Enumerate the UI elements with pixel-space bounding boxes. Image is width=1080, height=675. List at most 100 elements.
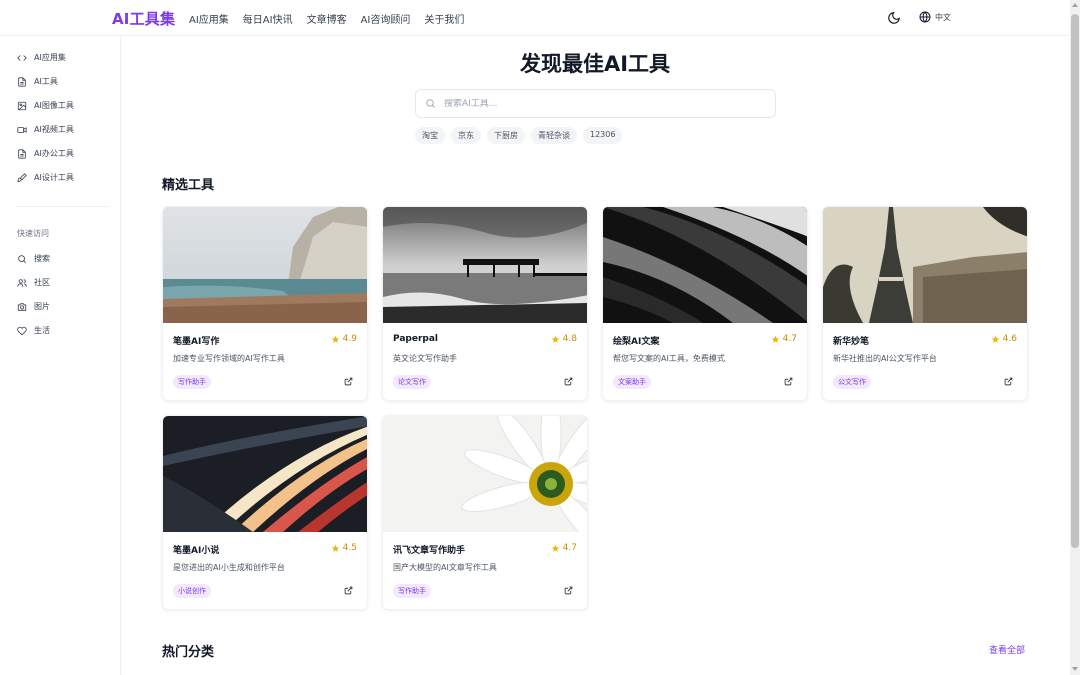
quick-tag[interactable]: 淘宝 bbox=[415, 127, 445, 144]
card-description: 英文论文写作助手 bbox=[393, 354, 457, 363]
sidebar-item-label: AI设计工具 bbox=[34, 173, 74, 182]
sidebar-item-office-tools[interactable]: AI办公工具 bbox=[17, 148, 74, 159]
sidebar-item-life[interactable]: 生活 bbox=[17, 325, 50, 336]
sidebar-item-ai-tools[interactable]: AI工具 bbox=[17, 76, 58, 87]
sidebar-item-label: 搜索 bbox=[34, 254, 50, 263]
code-icon bbox=[17, 54, 27, 61]
external-link-icon[interactable] bbox=[344, 377, 353, 386]
tool-card[interactable]: 绘梨AI文案 4.7 帮您写文案的AI工具，免费模式 文案助手 bbox=[602, 206, 808, 401]
sidebar-item-label: 社区 bbox=[34, 278, 50, 287]
card-tag[interactable]: 写作助手 bbox=[393, 584, 431, 598]
quick-tag[interactable]: 12306 bbox=[583, 127, 623, 144]
tool-card[interactable]: 新华妙笔 4.6 新华社推出的AI公文写作平台 公文写作 bbox=[822, 206, 1028, 401]
document-icon bbox=[18, 76, 26, 87]
image-icon bbox=[17, 101, 27, 110]
card-title: Paperpal bbox=[393, 334, 439, 344]
nav-daily-news[interactable]: 每日AI快讯 bbox=[243, 11, 293, 26]
language-switch[interactable]: 中文 bbox=[919, 11, 951, 23]
card-title: 讯飞文章写作助手 bbox=[393, 546, 466, 556]
card-image-light-trails bbox=[163, 416, 367, 532]
document-icon bbox=[18, 148, 26, 159]
sidebar-item-label: AI视频工具 bbox=[34, 125, 74, 134]
card-image-eiffel-tower bbox=[823, 207, 1027, 323]
users-icon bbox=[17, 278, 27, 287]
card-tag[interactable]: 小说创作 bbox=[173, 584, 211, 598]
language-label: 中文 bbox=[935, 12, 951, 22]
star-icon bbox=[331, 335, 339, 343]
card-description: 新华社推出的AI公文写作平台 bbox=[833, 354, 937, 363]
card-image-pier-bw bbox=[383, 207, 587, 323]
brush-icon bbox=[17, 172, 27, 182]
tool-card[interactable]: 讯飞文章写作助手 4.7 国产大模型的AI文章写作工具 写作助手 bbox=[382, 415, 588, 610]
sidebar-item-video-tools[interactable]: AI视频工具 bbox=[17, 124, 74, 135]
nav-ai-apps[interactable]: AI应用集 bbox=[189, 11, 229, 26]
card-rating: 4.7 bbox=[771, 334, 797, 344]
star-icon bbox=[331, 544, 339, 552]
tool-card[interactable]: Paperpal 4.8 英文论文写作助手 论文写作 bbox=[382, 206, 588, 401]
camera-icon bbox=[17, 302, 27, 311]
sidebar-item-label: AI办公工具 bbox=[34, 149, 74, 158]
sidebar-item-label: AI图像工具 bbox=[34, 101, 74, 110]
card-rating: 4.8 bbox=[551, 334, 577, 344]
card-description: 是您进出的AI小生成和创作平台 bbox=[173, 563, 285, 572]
sidebar-item-design-tools[interactable]: AI设计工具 bbox=[17, 172, 74, 183]
card-tag[interactable]: 论文写作 bbox=[393, 375, 431, 389]
external-link-icon[interactable] bbox=[564, 377, 573, 386]
card-tag[interactable]: 文案助手 bbox=[613, 375, 651, 389]
scroll-down-arrow-icon[interactable] bbox=[1072, 667, 1078, 671]
sidebar-item-ai-apps[interactable]: AI应用集 bbox=[17, 52, 66, 63]
nav-about[interactable]: 关于我们 bbox=[424, 11, 464, 26]
card-rating: 4.6 bbox=[991, 334, 1017, 344]
sidebar-item-photos[interactable]: 图片 bbox=[17, 301, 50, 312]
quick-tag[interactable]: 京东 bbox=[451, 127, 481, 144]
nav-blog[interactable]: 文章博客 bbox=[307, 11, 347, 26]
hot-categories-title: 热门分类 bbox=[162, 645, 215, 660]
quick-tag[interactable]: 下厨房 bbox=[487, 127, 525, 144]
card-description: 国产大模型的AI文章写作工具 bbox=[393, 563, 497, 572]
featured-title: 精选工具 bbox=[162, 178, 215, 193]
view-all-link[interactable]: 查看全部 bbox=[989, 643, 1025, 656]
card-rating: 4.7 bbox=[551, 543, 577, 553]
search-input[interactable] bbox=[444, 98, 744, 109]
quick-access-title: 快速访问 bbox=[17, 229, 49, 238]
quick-tags: 淘宝 京东 下厨房 青轻杂谈 12306 bbox=[415, 127, 623, 144]
top-navbar: AI工具集 AI应用集 每日AI快讯 文章博客 AI咨询顾问 关于我们 中文 bbox=[0, 0, 1070, 36]
sidebar-item-label: AI工具 bbox=[34, 77, 58, 86]
brand-logo[interactable]: AI工具集 bbox=[112, 8, 175, 29]
tool-card[interactable]: 笔墨AI小说 4.5 是您进出的AI小生成和创作平台 小说创作 bbox=[162, 415, 368, 610]
sidebar-divider bbox=[16, 206, 109, 207]
page-title: 发现最佳AI工具 bbox=[519, 52, 671, 76]
external-link-icon[interactable] bbox=[1004, 377, 1013, 386]
card-tag[interactable]: 写作助手 bbox=[173, 375, 211, 389]
card-image-coastal-cliffs bbox=[163, 207, 367, 323]
card-tag[interactable]: 公文写作 bbox=[833, 375, 871, 389]
card-description: 加速专业写作领域的AI写作工具 bbox=[173, 354, 285, 363]
external-link-icon[interactable] bbox=[564, 586, 573, 595]
sidebar-item-image-tools[interactable]: AI图像工具 bbox=[17, 100, 74, 111]
search-icon bbox=[18, 254, 27, 263]
search-box[interactable] bbox=[415, 89, 776, 118]
sidebar-item-community[interactable]: 社区 bbox=[17, 277, 50, 288]
star-icon bbox=[991, 335, 999, 343]
nav-consulting[interactable]: AI咨询顾问 bbox=[361, 11, 411, 26]
globe-icon bbox=[919, 11, 931, 23]
sidebar-item-label: 图片 bbox=[34, 302, 50, 311]
scrollbar-thumb[interactable] bbox=[1071, 14, 1079, 548]
moon-icon[interactable] bbox=[887, 11, 901, 25]
external-link-icon[interactable] bbox=[784, 377, 793, 386]
card-title: 笔墨AI写作 bbox=[173, 337, 220, 347]
card-rating: 4.9 bbox=[331, 334, 357, 344]
scroll-up-arrow-icon[interactable] bbox=[1072, 3, 1078, 7]
star-icon bbox=[551, 544, 559, 552]
external-link-icon[interactable] bbox=[344, 586, 353, 595]
card-rating: 4.5 bbox=[331, 543, 357, 553]
sidebar-item-search[interactable]: 搜索 bbox=[17, 253, 50, 264]
quick-tag[interactable]: 青轻杂谈 bbox=[531, 127, 577, 144]
star-icon bbox=[551, 335, 559, 343]
card-image-abstract-architecture bbox=[603, 207, 807, 323]
sidebar-item-label: 生活 bbox=[34, 326, 50, 335]
card-title: 绘梨AI文案 bbox=[613, 337, 660, 347]
tool-card[interactable]: 笔墨AI写作 4.9 加速专业写作领域的AI写作工具 写作助手 bbox=[162, 206, 368, 401]
star-icon bbox=[771, 335, 779, 343]
sidebar-item-label: AI应用集 bbox=[34, 53, 66, 62]
